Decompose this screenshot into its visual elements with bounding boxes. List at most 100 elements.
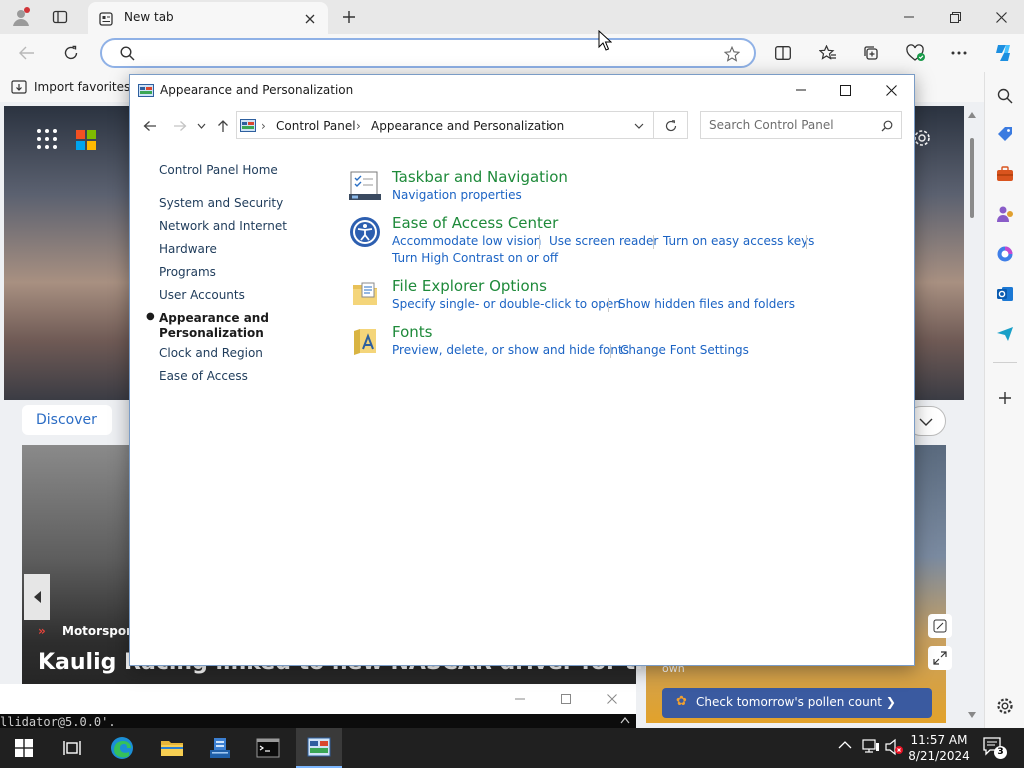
cp-back-icon[interactable] [140,117,160,135]
page-scrollbar[interactable] [966,110,978,720]
browser-restore-icon[interactable] [944,6,966,28]
discover-label: Discover [36,412,97,428]
browser-tabstrip: New tab [0,0,1024,34]
refresh-icon[interactable] [60,42,82,64]
sidebar-search-icon[interactable] [993,84,1017,108]
nav-network-and-internet[interactable]: Network and Internet [159,219,287,233]
control-panel-title: Appearance and Personalization [160,83,354,97]
taskbar-edge-icon[interactable] [102,728,142,768]
taskbar-file-explorer-icon[interactable] [152,728,192,768]
show-hidden-icons-chevron-icon[interactable] [838,740,852,750]
cp-search-box[interactable]: Search Control Panel [700,111,902,139]
split-screen-icon[interactable] [772,42,794,64]
link-high-contrast[interactable]: Turn High Contrast on or off [392,251,558,265]
nav-appearance-and-personalization[interactable]: Appearance and Personalization [159,311,269,341]
tab-new-tab[interactable]: New tab [88,2,328,34]
close-tab-icon[interactable] [302,11,318,27]
cp-refresh-button[interactable] [654,111,688,139]
start-button[interactable] [4,728,44,768]
browser-minimize-icon[interactable] [898,6,920,28]
carousel-prev-button[interactable] [24,574,50,620]
browser-essentials-icon[interactable] [904,42,928,64]
cp-forward-icon[interactable] [170,117,190,135]
new-tab-plus-icon[interactable] [338,6,360,28]
games-icon[interactable] [993,202,1017,226]
nav-control-panel-home[interactable]: Control Panel Home [159,163,278,177]
nav-programs[interactable]: Programs [159,265,216,279]
copilot-icon[interactable] [990,40,1016,66]
cp-maximize-icon[interactable] [834,81,856,99]
more-menu-icon[interactable] [948,42,970,64]
favorites-icon[interactable] [816,42,838,64]
task-view-icon[interactable] [52,728,92,768]
network-status-icon[interactable] [862,738,880,754]
cat-taskbar-navigation-title[interactable]: Taskbar and Navigation [392,168,568,186]
taskbar-server-manager-icon[interactable] [200,728,240,768]
import-favorites-link[interactable]: Import favorites [34,80,130,94]
workspaces-icon[interactable] [48,6,72,28]
terminal-scroll-up-icon[interactable] [620,716,630,724]
terminal-close-icon[interactable] [602,690,622,708]
microsoft-365-icon[interactable] [993,242,1017,266]
breadcrumb-appearance[interactable]: Appearance and Personalization [371,119,564,133]
clock-time: 11:57 AM [910,733,968,747]
link-separator [806,235,807,249]
outlook-icon[interactable] [993,282,1017,306]
ease-of-access-icon[interactable] [348,215,382,249]
fullscreen-icon[interactable] [928,646,952,670]
link-show-hidden-files[interactable]: Show hidden files and folders [618,297,795,311]
link-use-screen-reader[interactable]: Use screen reader [549,234,658,248]
cp-address-bar[interactable]: › Control Panel › Appearance and Persona… [236,111,654,139]
link-accommodate-low-vision[interactable]: Accommodate low vision [392,234,541,248]
cat-fonts-title[interactable]: Fonts [392,323,432,341]
import-favorites-icon [10,79,28,95]
link-single-double-click[interactable]: Specify single- or double-click to open [392,297,621,311]
taskbar-control-panel-icon[interactable] [296,728,342,768]
taskbar-clock[interactable]: 11:57 AM 8/21/2024 [904,732,974,764]
nav-user-accounts[interactable]: User Accounts [159,288,245,302]
fonts-folder-icon[interactable] [348,325,382,359]
shopping-tag-icon[interactable] [993,122,1017,146]
taskbar-command-prompt-icon[interactable] [248,728,288,768]
cp-up-icon[interactable] [214,117,232,135]
address-bar[interactable] [100,38,756,68]
profile-avatar-icon[interactable] [10,6,32,28]
link-navigation-properties[interactable]: Navigation properties [392,188,522,202]
sidebar-divider [993,362,1017,363]
sidebar-add-icon[interactable] [993,386,1017,410]
cp-close-icon[interactable] [880,81,902,99]
link-change-font-settings[interactable]: Change Font Settings [620,343,749,357]
folder-options-icon[interactable] [348,277,382,311]
collections-icon[interactable] [860,42,882,64]
back-icon[interactable] [16,42,38,64]
sidebar-settings-gear-icon[interactable] [993,694,1017,718]
nav-hardware[interactable]: Hardware [159,242,217,256]
notification-center-icon[interactable]: 3 [982,736,1007,760]
link-easy-access-keys[interactable]: Turn on easy access keys [663,234,814,248]
terminal-maximize-icon[interactable] [556,690,576,708]
add-favorite-star-icon[interactable] [722,44,742,64]
nav-clock-and-region[interactable]: Clock and Region [159,346,263,360]
browser-close-icon[interactable] [990,6,1012,28]
breadcrumb-control-panel[interactable]: Control Panel [276,119,356,133]
address-dropdown-icon[interactable] [631,118,647,134]
cp-path-icon [240,118,256,132]
terminal-minimize-icon[interactable] [510,690,530,708]
tools-briefcase-icon[interactable] [993,162,1017,186]
app-launcher-icon[interactable] [36,128,58,150]
volume-muted-icon[interactable] [884,738,904,756]
cp-minimize-icon[interactable] [790,81,812,99]
nav-system-and-security[interactable]: System and Security [159,196,283,210]
cp-recent-locations-icon[interactable] [194,117,208,135]
link-preview-fonts[interactable]: Preview, delete, or show and hide fonts [392,343,629,357]
pollen-label: Check tomorrow's pollen count ❯ [696,695,896,709]
taskbar-icon[interactable] [348,169,382,203]
cp-search-icon[interactable] [879,118,895,134]
feedback-icon[interactable] [928,614,952,638]
drop-send-icon[interactable] [993,322,1017,346]
page-settings-gear-icon[interactable] [912,128,932,148]
cat-ease-of-access-title[interactable]: Ease of Access Center [392,214,558,232]
breadcrumb-separator-icon: › [261,119,266,133]
cat-file-explorer-options-title[interactable]: File Explorer Options [392,277,547,295]
nav-ease-of-access[interactable]: Ease of Access [159,369,248,383]
